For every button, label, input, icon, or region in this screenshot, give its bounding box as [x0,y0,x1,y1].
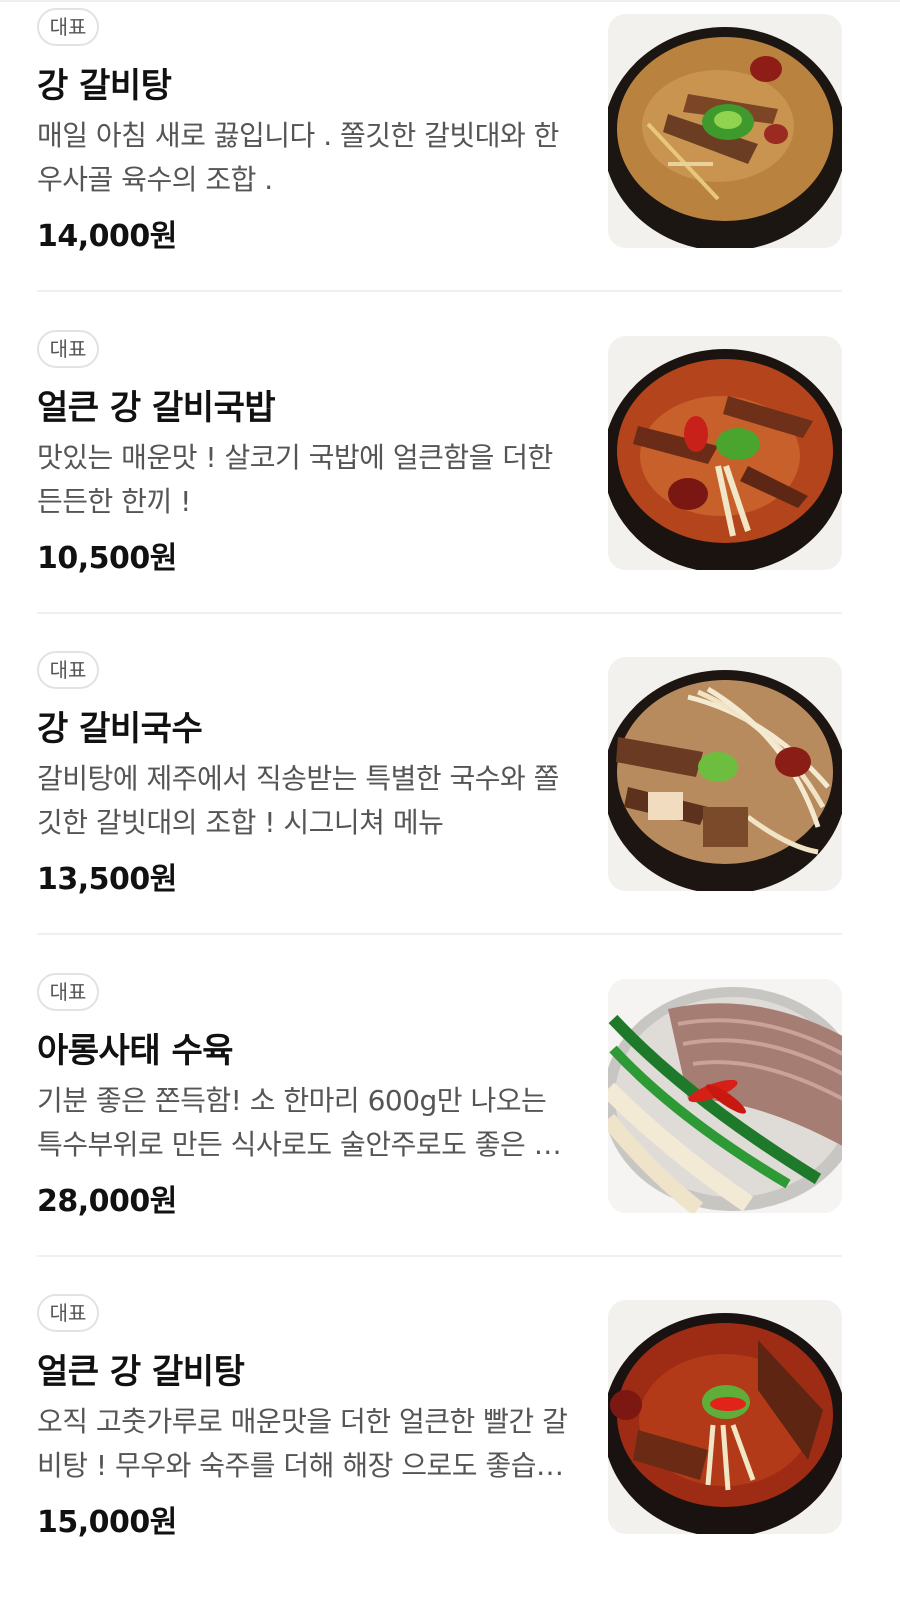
menu-item-name: 얼큰 강 갈비탕 [37,1352,245,1392]
menu-item-description: 기분 좋은 쫀득함! 소 한마리 600g만 나오는 특수부위로 만든 식사로도… [37,1084,559,1161]
menu-item-price: 13,500원 [37,862,177,897]
signature-badge: 대표 [37,330,99,368]
menu-item-photo[interactable] [608,1300,842,1534]
menu-item-description: 맛있는 매운맛 ! 살코기 국밥에 얼큰함을 더한 든든한 한끼 ! [37,441,553,518]
beef-platter-icon [608,979,842,1213]
item-divider [37,933,842,935]
menu-item[interactable]: 대표 강 갈비탕 매일 아침 새로 끓입니다 . 쫄깃한 갈빗대와 한우사골 육… [0,0,900,322]
item-divider [37,1255,842,1257]
menu-item-photo[interactable] [608,14,842,248]
menu-item-photo[interactable] [608,657,842,891]
menu-item[interactable]: 대표 강 갈비국수 갈비탕에 제주에서 직송받는 특별한 국수와 쫄깃한 갈빗대… [0,643,900,965]
menu-item[interactable]: 대표 얼큰 강 갈비탕 오직 고춧가루로 매운맛을 더한 얼큰한 빨간 갈비탕 … [0,1286,900,1608]
menu-item-description: 갈비탕에 제주에서 직송받는 특별한 국수와 쫄깃한 갈빗대의 조합 ! 시그니… [37,762,559,839]
menu-item-price: 10,500원 [37,541,177,576]
menu-item-photo[interactable] [608,336,842,570]
menu-item-price: 14,000원 [37,219,177,254]
menu-item-photo[interactable] [608,979,842,1213]
menu-item-name: 얼큰 강 갈비국밥 [37,388,276,428]
menu-item-name: 아롱사태 수육 [37,1031,234,1071]
item-divider [37,612,842,614]
menu-item-description: 매일 아침 새로 끓입니다 . 쫄깃한 갈빗대와 한우사골 육수의 조합 . [37,119,559,196]
red-soup-bowl-icon [608,1300,842,1534]
signature-badge: 대표 [37,8,99,46]
signature-badge: 대표 [37,973,99,1011]
signature-badge: 대표 [37,651,99,689]
menu-item-name: 강 갈비탕 [37,66,172,106]
menu-item[interactable]: 대표 얼큰 강 갈비국밥 맛있는 매운맛 ! 살코기 국밥에 얼큰함을 더한 든… [0,322,900,644]
signature-badge: 대표 [37,1294,99,1332]
menu-item-price: 15,000원 [37,1505,177,1540]
clear-soup-bowl-icon [608,14,842,248]
noodle-bowl-icon [608,657,842,891]
menu-item-name: 강 갈비국수 [37,709,203,749]
menu-item-price: 28,000원 [37,1184,177,1219]
menu-item-description: 오직 고춧가루로 매운맛을 더한 얼큰한 빨간 갈비탕 ! 무우와 숙주를 더해… [37,1405,568,1482]
menu-item[interactable]: 대표 아롱사태 수육 기분 좋은 쫀득함! 소 한마리 600g만 나오는 특수… [0,965,900,1287]
item-divider [37,290,842,292]
spicy-soup-bowl-icon [608,336,842,570]
